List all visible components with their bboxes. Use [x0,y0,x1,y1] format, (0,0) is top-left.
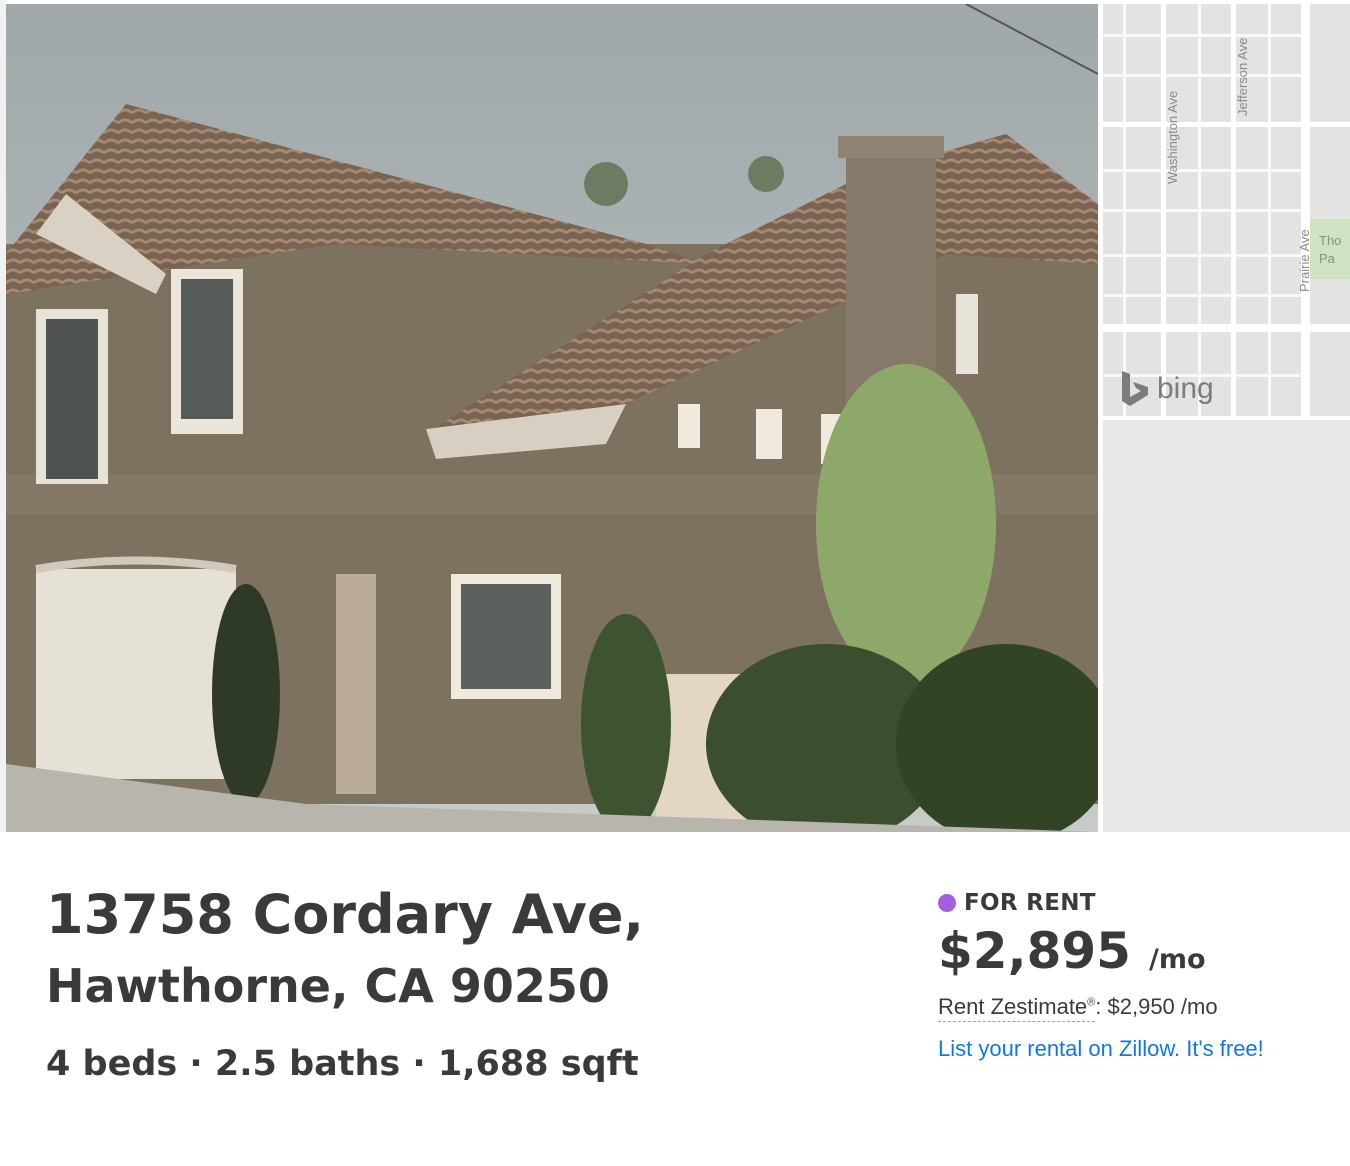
map-street-label: Washington Ave [1165,90,1180,184]
map-street-label: Jefferson Ave [1235,37,1250,116]
status-label: FOR RENT [964,890,1096,916]
map-street-label: Prairie Ave [1297,229,1312,292]
listing-status: FOR RENT [938,890,1096,916]
map-thumbnail[interactable]: Washington Ave Jefferson Ave Prairie Ave… [1103,4,1350,416]
rent-price: $2,895 [938,922,1131,980]
rent-zestimate: Rent Zestimate®: $2,950 /mo [938,994,1218,1022]
home-photo[interactable] [6,4,1098,832]
zestimate-label: Rent Zestimate [938,994,1088,1019]
bing-logo: bing [1119,370,1214,408]
zestimate-value: : $2,950 /mo [1095,994,1218,1019]
map-park-label-line: Pa [1319,251,1335,266]
bing-icon [1122,371,1148,406]
map-streets [1103,4,1350,416]
map-park-label: Tho Pa [1319,232,1341,268]
address-city: Hawthorne, CA 90250 [46,959,610,1013]
list-rental-link[interactable]: List your rental on Zillow. It's free! [938,1028,1308,1069]
map-park-label-line: Tho [1319,233,1342,248]
address-street: 13758 Cordary Ave, [46,883,644,946]
home-facts: 4 beds · 2.5 baths · 1,688 sqft [46,1044,639,1084]
price-row: $2,895 /mo [938,922,1206,980]
zestimate-tooltip-trigger[interactable]: Rent Zestimate® [938,994,1096,1022]
bing-wordmark: bing [1157,372,1214,405]
house-illustration [6,4,1098,832]
status-dot-icon [938,894,956,912]
price-unit: /mo [1148,944,1206,975]
map-placeholder-panel [1103,420,1350,832]
